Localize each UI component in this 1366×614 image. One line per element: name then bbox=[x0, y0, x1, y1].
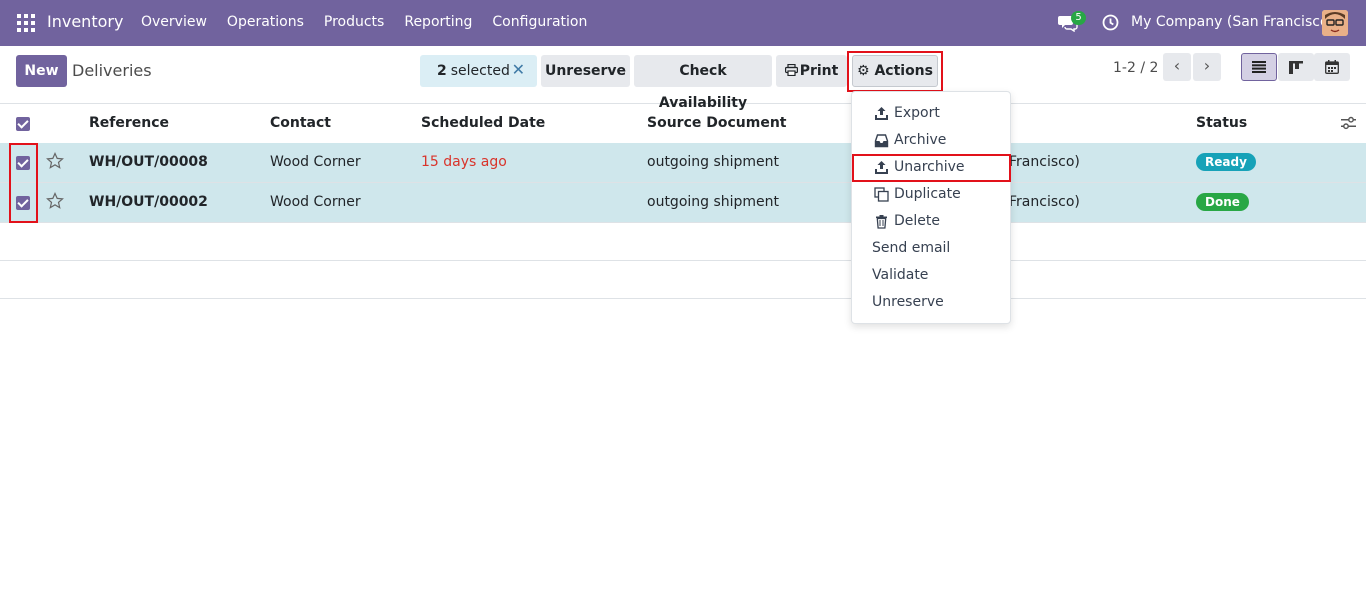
menu-item-label: Unreserve bbox=[872, 294, 944, 310]
menu-item-label: Export bbox=[894, 105, 940, 121]
control-panel: New Deliveries 2 selected ✕ Unreserve Ch… bbox=[0, 46, 1366, 111]
cell-contact: Wood Corner bbox=[270, 194, 361, 210]
empty-row bbox=[0, 261, 1366, 299]
cell-warehouse: Francisco) bbox=[1009, 154, 1080, 170]
menu-item-products[interactable]: Products bbox=[314, 14, 394, 30]
star-icon[interactable] bbox=[46, 192, 64, 210]
column-header-scheduled-date[interactable]: Scheduled Date bbox=[421, 115, 545, 131]
pager-value[interactable]: 1-2 / 2 bbox=[1113, 60, 1158, 76]
main-menu: Overview Operations Products Reporting C… bbox=[131, 14, 597, 30]
optional-columns-toggle-icon[interactable] bbox=[1341, 116, 1356, 130]
company-switcher[interactable]: My Company (San Francisco) bbox=[1131, 14, 1334, 30]
menu-item-delete[interactable]: Delete bbox=[852, 208, 1010, 235]
select-all-checkbox[interactable] bbox=[16, 117, 30, 131]
pager-next-button[interactable]: › bbox=[1193, 53, 1221, 81]
apps-grid-icon[interactable] bbox=[17, 14, 35, 32]
actions-highlight-box bbox=[847, 51, 943, 92]
column-header-source-document[interactable]: Source Document bbox=[647, 115, 787, 131]
app-name[interactable]: Inventory bbox=[47, 12, 123, 31]
pager-previous-button[interactable]: ‹ bbox=[1163, 53, 1191, 81]
column-header-contact[interactable]: Contact bbox=[270, 115, 331, 131]
clear-selection-icon[interactable]: ✕ bbox=[512, 60, 525, 79]
menu-item-label: Duplicate bbox=[894, 186, 961, 202]
top-navbar: Inventory Overview Operations Products R… bbox=[0, 0, 1366, 46]
cell-reference: WH/OUT/00008 bbox=[89, 154, 208, 170]
column-header-reference[interactable]: Reference bbox=[89, 115, 169, 131]
calendar-icon bbox=[1325, 60, 1339, 74]
menu-item-unreserve[interactable]: Unreserve bbox=[852, 289, 1010, 316]
table-header: Reference Contact Scheduled Date Source … bbox=[0, 104, 1366, 144]
trash-icon bbox=[876, 215, 887, 229]
column-header-status[interactable]: Status bbox=[1196, 115, 1247, 131]
upload-icon bbox=[875, 107, 888, 120]
menu-item-duplicate[interactable]: Duplicate bbox=[852, 181, 1010, 208]
status-badge: Ready bbox=[1196, 153, 1256, 171]
menu-item-label: Delete bbox=[894, 213, 940, 229]
cell-warehouse: Francisco) bbox=[1009, 194, 1080, 210]
cell-source-document: outgoing shipment bbox=[647, 194, 780, 210]
kanban-view-icon bbox=[1289, 60, 1303, 74]
menu-item-archive[interactable]: Archive bbox=[852, 127, 1010, 154]
cell-source-document: outgoing shipment bbox=[647, 154, 780, 170]
menu-item-validate[interactable]: Validate bbox=[852, 262, 1010, 289]
status-badge: Done bbox=[1196, 193, 1249, 211]
clock-icon[interactable] bbox=[1102, 14, 1119, 31]
chevron-right-icon: › bbox=[1203, 56, 1211, 75]
avatar-face-icon bbox=[1322, 10, 1348, 36]
table-row[interactable]: WH/OUT/00008 Wood Corner 15 days ago out… bbox=[0, 143, 1366, 183]
cell-reference: WH/OUT/00002 bbox=[89, 194, 208, 210]
checkbox-highlight-box bbox=[9, 143, 38, 223]
breadcrumb: Deliveries bbox=[72, 61, 152, 80]
menu-item-configuration[interactable]: Configuration bbox=[482, 14, 597, 30]
list-view-icon bbox=[1252, 61, 1266, 73]
print-label: Print bbox=[799, 63, 839, 79]
print-button[interactable]: Print bbox=[776, 55, 847, 87]
empty-row bbox=[0, 223, 1366, 261]
unreserve-button[interactable]: Unreserve bbox=[541, 55, 630, 87]
menu-item-export[interactable]: Export bbox=[852, 100, 1010, 127]
actions-dropdown-menu: Export Archive Unarchive Duplicate Delet… bbox=[851, 91, 1011, 324]
inbox-icon bbox=[874, 134, 889, 148]
copy-icon bbox=[874, 187, 889, 202]
selection-indicator: 2 selected ✕ bbox=[420, 55, 537, 87]
cell-contact: Wood Corner bbox=[270, 154, 361, 170]
menu-item-label: Archive bbox=[894, 132, 947, 148]
user-avatar[interactable] bbox=[1322, 10, 1348, 36]
chat-count-badge: 5 bbox=[1071, 11, 1086, 25]
menu-item-send-email[interactable]: Send email bbox=[852, 235, 1010, 262]
star-icon[interactable] bbox=[46, 152, 64, 170]
table-row[interactable]: WH/OUT/00002 Wood Corner outgoing shipme… bbox=[0, 183, 1366, 223]
selected-count: 2 bbox=[437, 63, 447, 79]
menu-item-reporting[interactable]: Reporting bbox=[394, 14, 482, 30]
selected-label: selected bbox=[450, 63, 510, 79]
calendar-view-button[interactable] bbox=[1314, 53, 1350, 81]
unarchive-highlight-box bbox=[852, 154, 1011, 182]
list-view-button[interactable] bbox=[1241, 53, 1277, 81]
new-button[interactable]: New bbox=[16, 55, 67, 87]
menu-item-operations[interactable]: Operations bbox=[217, 14, 314, 30]
cell-scheduled-date: 15 days ago bbox=[421, 154, 507, 170]
check-availability-button[interactable]: Check Availability bbox=[634, 55, 772, 111]
printer-icon bbox=[784, 63, 798, 77]
menu-item-overview[interactable]: Overview bbox=[131, 14, 217, 30]
kanban-view-button[interactable] bbox=[1278, 53, 1314, 81]
chevron-left-icon: ‹ bbox=[1173, 56, 1181, 75]
menu-item-label: Send email bbox=[872, 240, 951, 256]
menu-item-label: Validate bbox=[872, 267, 929, 283]
